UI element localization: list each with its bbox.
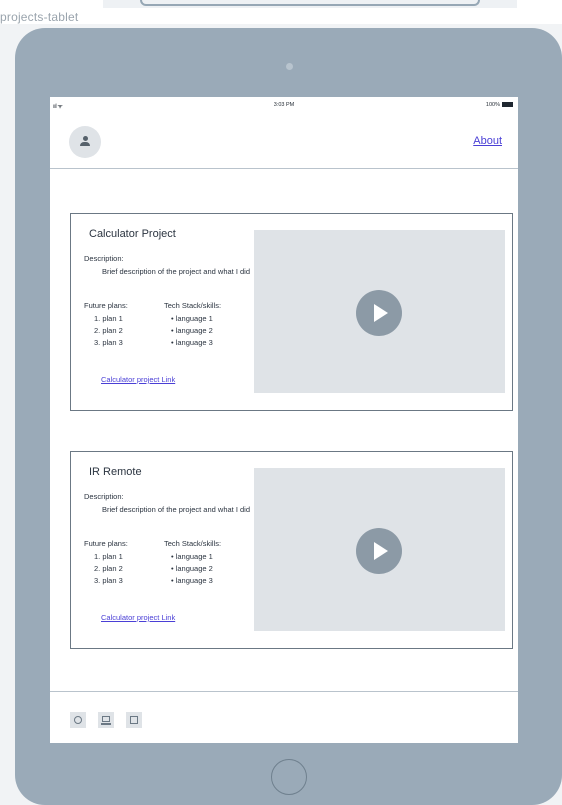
project-title: IR Remote — [89, 466, 142, 478]
status-bar: ııl ᯤ 3:03 PM 100% — [50, 97, 518, 111]
project-card-ir-remote: IR Remote Description: Brief description… — [70, 451, 513, 649]
list-item: 2. plan 2 — [94, 326, 123, 335]
list-item: 1. plan 1 — [94, 552, 123, 561]
future-plans-list: 1. plan 1 2. plan 2 3. plan 3 — [94, 551, 123, 587]
list-item: 3. plan 3 — [94, 576, 123, 585]
list-item: • language 1 — [171, 552, 213, 561]
tech-stack-list: • language 1 • language 2 • language 3 — [171, 551, 213, 587]
tech-stack-heading: Tech Stack/skills: — [164, 539, 222, 548]
list-item: 1. plan 1 — [94, 314, 123, 323]
description-label: Description: — [84, 492, 124, 501]
project-link[interactable]: Calculator project Link — [101, 375, 175, 384]
laptop-icon-screen — [102, 716, 110, 722]
battery-percent: 100% — [485, 102, 500, 108]
play-button[interactable] — [356, 290, 402, 336]
avatar[interactable] — [69, 126, 101, 158]
linkedin-icon[interactable] — [126, 712, 142, 728]
list-item: 2. plan 2 — [94, 564, 123, 573]
linkedin-icon-glyph — [130, 716, 138, 724]
list-item: • language 1 — [171, 314, 213, 323]
video-placeholder[interactable] — [254, 230, 505, 393]
play-icon — [374, 304, 388, 322]
future-plans-list: 1. plan 1 2. plan 2 3. plan 3 — [94, 313, 123, 349]
home-button[interactable] — [271, 759, 307, 795]
video-placeholder[interactable] — [254, 468, 505, 631]
project-title: Calculator Project — [89, 228, 176, 240]
laptop-icon-base — [101, 723, 111, 725]
description-label: Description: — [84, 254, 124, 263]
user-icon-body — [80, 142, 90, 146]
list-item: 3. plan 3 — [94, 338, 123, 347]
frame-label: projects-tablet — [0, 10, 79, 24]
list-item: • language 2 — [171, 326, 213, 335]
description-text: Brief description of the project and wha… — [102, 267, 251, 276]
github-icon[interactable] — [70, 712, 86, 728]
battery-icon — [502, 102, 513, 107]
user-icon — [82, 136, 88, 141]
tech-stack-list: • language 1 • language 2 • language 3 — [171, 313, 213, 349]
footer-divider — [50, 691, 518, 692]
description-text: Brief description of the project and wha… — [102, 505, 251, 514]
project-link[interactable]: Calculator project Link — [101, 613, 175, 622]
play-button[interactable] — [356, 528, 402, 574]
laptop-icon[interactable] — [98, 712, 114, 728]
list-item: • language 3 — [171, 576, 213, 585]
camera-icon — [286, 63, 293, 70]
tech-stack-heading: Tech Stack/skills: — [164, 301, 222, 310]
status-time: 3:03 PM — [273, 102, 295, 108]
previous-frame-edge — [140, 0, 480, 6]
future-plans-heading: Future plans: — [84, 539, 128, 548]
play-icon — [374, 542, 388, 560]
github-icon-glyph — [74, 716, 82, 724]
header-divider — [50, 168, 518, 169]
list-item: • language 2 — [171, 564, 213, 573]
list-item: • language 3 — [171, 338, 213, 347]
tablet-screen: ııl ᯤ 3:03 PM 100% About Calculator Proj… — [50, 97, 518, 743]
project-card-calculator: Calculator Project Description: Brief de… — [70, 213, 513, 411]
about-link[interactable]: About — [473, 135, 502, 147]
future-plans-heading: Future plans: — [84, 301, 128, 310]
